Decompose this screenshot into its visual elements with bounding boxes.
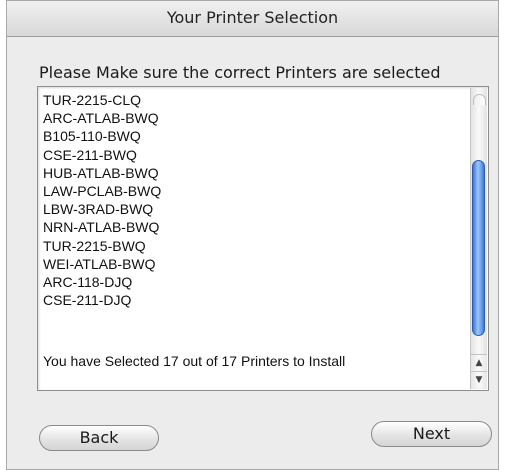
arrow-down-icon[interactable]: ▼	[471, 371, 487, 388]
printer-list: TUR-2215-CLQ ARC-ATLAB-BWQ B105-110-BWQ …	[43, 91, 161, 309]
selection-status-text: You have Selected 17 out of 17 Printers …	[43, 353, 346, 369]
next-button[interactable]: Next	[371, 421, 492, 447]
scroll-track-cap	[473, 94, 486, 105]
printer-list-item: TUR-2215-CLQ	[43, 92, 142, 108]
printer-list-item: LAW-PCLAB-BWQ	[43, 183, 162, 200]
printer-list-item: B105-110-BWQ	[43, 128, 141, 145]
back-button[interactable]: Back	[39, 425, 159, 451]
instruction-text: Please Make sure the correct Printers ar…	[39, 63, 441, 82]
vertical-scrollbar[interactable]: ▲ ▼	[470, 88, 487, 389]
printer-list-item: TUR-2215-BWQ	[43, 237, 146, 254]
printer-selection-window: Your Printer Selection Please Make sure …	[6, 0, 499, 470]
printer-list-item: WEI-ATLAB-BWQ	[43, 255, 156, 272]
printer-list-item: ARC-118-DJQ	[43, 274, 133, 291]
printer-list-item: HUB-ATLAB-BWQ	[43, 164, 159, 181]
window-title: Your Printer Selection	[166, 8, 339, 27]
arrow-up-icon[interactable]: ▲	[471, 354, 487, 371]
printer-list-item: CSE-211-BWQ	[43, 146, 137, 163]
printer-list-item: CSE-211-DJQ	[43, 292, 132, 309]
title-bar[interactable]: Your Printer Selection	[7, 1, 498, 37]
scroll-thumb[interactable]	[472, 160, 485, 336]
printer-list-item: LBW-3RAD-BWQ	[43, 201, 154, 218]
printer-list-item: NRN-ATLAB-BWQ	[43, 219, 160, 236]
printer-list-box[interactable]: TUR-2215-CLQ ARC-ATLAB-BWQ B105-110-BWQ …	[37, 86, 489, 391]
printer-list-item: ARC-ATLAB-BWQ	[43, 110, 159, 127]
